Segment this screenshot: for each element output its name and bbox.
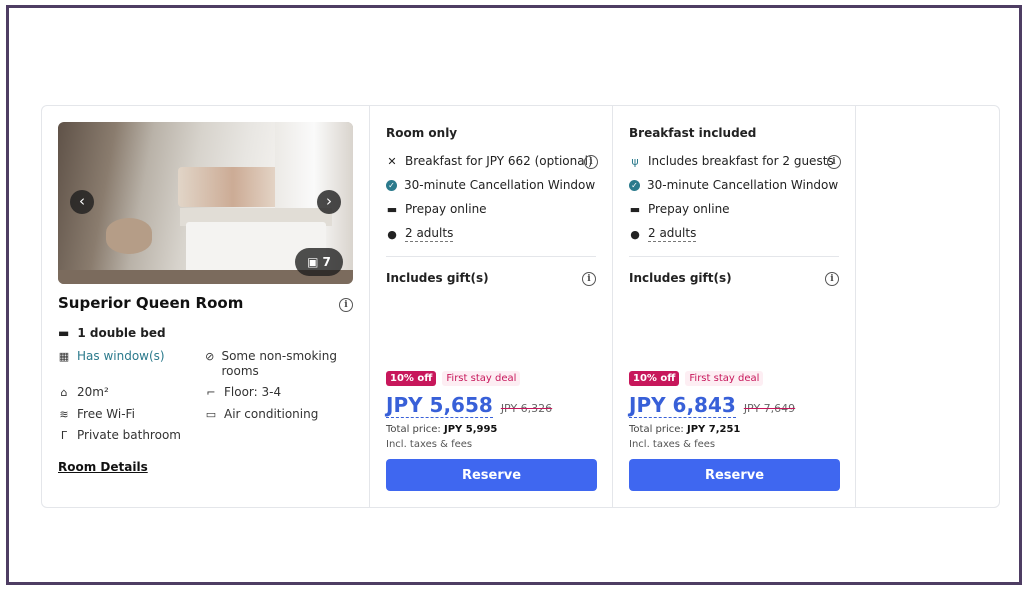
facility-floor: ⌐ Floor: 3-4	[206, 385, 282, 399]
info-icon[interactable]: i	[339, 298, 353, 312]
shower-icon: ᒥ	[60, 429, 68, 442]
taxes-note: Incl. taxes & fees	[386, 439, 473, 450]
facility-smoking: ⊘ Some non-smoking rooms	[205, 349, 337, 378]
photo-prev-button[interactable]: ‹	[70, 190, 94, 214]
price-block: JPY 6,843 JPY 7,649	[629, 393, 795, 418]
reserve-button[interactable]: Reserve	[386, 459, 597, 491]
original-price: JPY 7,649	[743, 402, 796, 415]
first-stay-badge: First stay deal	[685, 371, 764, 386]
offer-guests: ● 2 adults	[630, 226, 697, 242]
divider	[629, 256, 839, 257]
room-size-icon: ⌂	[60, 386, 68, 399]
facility-window: ▦ Has window(s)	[58, 349, 165, 363]
room-card: ‹ › ▣ 7 Superior Queen Room i ▬ 1 double…	[41, 105, 1000, 508]
person-icon: ●	[387, 227, 397, 241]
current-price[interactable]: JPY 6,843	[629, 393, 736, 418]
offer-room-only: Room only ✕ Breakfast for JPY 662 (optio…	[370, 106, 613, 507]
offer-meal: ψ Includes breakfast for 2 guests i	[629, 154, 841, 169]
info-icon[interactable]: i	[582, 272, 596, 286]
photo-next-button[interactable]: ›	[317, 190, 341, 214]
wifi-icon: ≋	[59, 408, 69, 421]
person-icon: ●	[630, 227, 640, 241]
offer-breakfast-included: Breakfast included ψ Includes breakfast …	[613, 106, 856, 507]
offer-cancellation: ✓ 30-minute Cancellation Window	[386, 178, 598, 192]
divider	[386, 256, 596, 257]
facility-wifi: ≋ Free Wi-Fi	[59, 407, 135, 421]
photo-count: 7	[322, 255, 331, 269]
offer-cancellation: ✓ 30-minute Cancellation Window	[629, 178, 841, 192]
offer-payment: ▬ Prepay online	[386, 202, 487, 216]
window-frame: ‹ › ▣ 7 Superior Queen Room i ▬ 1 double…	[6, 5, 1022, 585]
first-stay-badge: First stay deal	[442, 371, 521, 386]
offer-meal: ✕ Breakfast for JPY 662 (optional) i	[386, 154, 598, 169]
bed-info: ▬ 1 double bed	[58, 326, 166, 340]
utensils-icon: ψ	[631, 154, 639, 168]
credit-card-icon: ▬	[629, 202, 641, 216]
stairs-icon: ⌐	[206, 386, 216, 399]
check-circle-icon: ✓	[629, 179, 640, 191]
facility-ac: ▭ Air conditioning	[205, 407, 319, 421]
air-conditioning-icon: ▭	[205, 408, 217, 421]
room-photo[interactable]: ‹ › ▣ 7	[58, 122, 353, 284]
discount-badge: 10% off	[386, 371, 437, 386]
facility-size: ⌂ 20m²	[58, 385, 109, 400]
price-block: JPY 5,658 JPY 6,326	[386, 393, 552, 418]
utensils-icon: ✕	[387, 154, 397, 168]
taxes-note: Incl. taxes & fees	[629, 439, 716, 450]
image-icon: ▣	[307, 255, 319, 269]
offer-gift: Includes gift(s) i	[629, 271, 839, 286]
credit-card-icon: ▬	[386, 202, 398, 216]
facility-bathroom: ᒥ Private bathroom	[58, 428, 181, 443]
discount-badge: 10% off	[629, 371, 680, 386]
room-panel: ‹ › ▣ 7 Superior Queen Room i ▬ 1 double…	[42, 106, 370, 507]
no-smoking-icon: ⊘	[205, 350, 215, 363]
info-icon[interactable]: i	[584, 155, 598, 169]
chevron-right-icon: ›	[326, 192, 332, 210]
info-icon[interactable]: i	[827, 155, 841, 169]
info-icon[interactable]: i	[825, 272, 839, 286]
total-price: Total price: JPY 7,251	[629, 424, 741, 435]
offer-guests: ● 2 adults	[387, 226, 454, 242]
current-price[interactable]: JPY 5,658	[386, 393, 493, 418]
deal-badges: 10% off First stay deal	[386, 371, 521, 386]
room-details-link[interactable]: Room Details	[58, 460, 148, 474]
offer-title: Breakfast included	[629, 126, 757, 140]
bed-label: 1 double bed	[77, 326, 166, 340]
bed-icon: ▬	[58, 326, 70, 340]
original-price: JPY 6,326	[500, 402, 553, 415]
total-price: Total price: JPY 5,995	[386, 424, 498, 435]
offer-payment: ▬ Prepay online	[629, 202, 730, 216]
reserve-button[interactable]: Reserve	[629, 459, 840, 491]
chevron-left-icon: ‹	[79, 192, 85, 210]
offer-gift: Includes gift(s) i	[386, 271, 596, 286]
room-title: Superior Queen Room	[58, 294, 244, 312]
photo-count-badge[interactable]: ▣ 7	[295, 248, 343, 276]
window-icon: ▦	[58, 350, 70, 363]
check-circle-icon: ✓	[386, 179, 397, 191]
deal-badges: 10% off First stay deal	[629, 371, 764, 386]
offer-title: Room only	[386, 126, 458, 140]
